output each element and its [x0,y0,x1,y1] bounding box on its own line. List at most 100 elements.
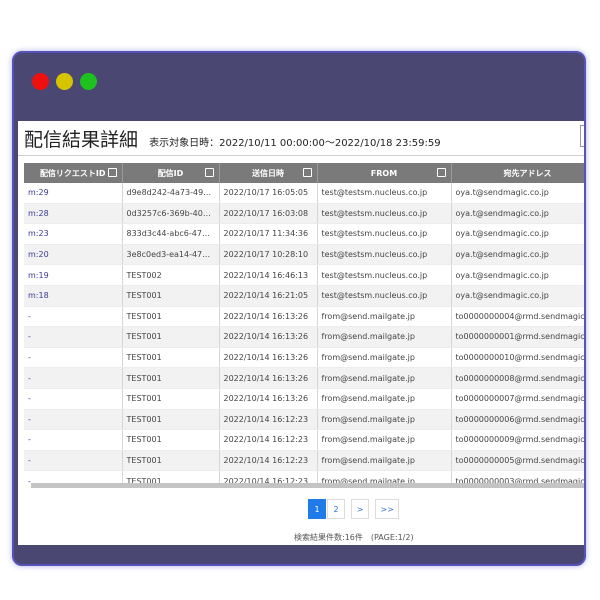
table-cell: to0000000006@rmd.sendmagic.cloud [451,409,584,431]
column-header[interactable]: 配信リクエストID [24,163,123,183]
table-cell: 2022/10/17 10:28:10 [219,244,318,266]
header-action-box[interactable] [580,125,584,147]
table-cell: d9e8d242-4a73-49da-88… [122,183,220,204]
table-cell: from@send.mailgate.jp [317,326,452,348]
table-cell: oya.t@sendmagic.co.jp [451,264,584,286]
table-cell: - [24,347,123,369]
table-cell: oya.t@sendmagic.co.jp [451,183,584,204]
column-header-label: 配信ID [157,168,184,178]
table-cell: 3e8c0ed3-ea14-47e0-80… [122,244,220,266]
table-cell: - [24,306,123,328]
title-bar [14,53,584,115]
table-cell: TEST001 [122,347,220,369]
table-cell: TEST001 [122,450,220,472]
table-cell: TEST001 [122,367,220,389]
column-header[interactable]: FROM [317,163,452,183]
table-cell: oya.t@sendmagic.co.jp [451,203,584,225]
table-row[interactable]: m:29d9e8d242-4a73-49da-88…2022/10/17 16:… [24,183,584,204]
table-cell: oya.t@sendmagic.co.jp [451,223,584,245]
table-row[interactable]: m:280d3257c6-369b-40ff-84…2022/10/17 16:… [24,203,584,225]
table-cell: to0000000004@rmd.sendmagic.cloud [451,306,584,328]
next-page-button[interactable]: > [351,499,370,519]
table-row[interactable]: - TEST001 2022/10/14 16:13:26 from@send.mai… [24,326,584,348]
results-table: 配信リクエストID 配信ID 送信日時 FROM 宛先アドレス m:29 d9e8d242… [24,163,584,485]
table-row[interactable]: m:18 TEST001 2022/10/14 16:21:05 test@tests… [24,285,584,307]
table-cell: TEST001 [122,306,220,328]
table-cell: m:20 [24,244,123,266]
page-1-button[interactable]: 1 [308,499,326,519]
column-header-label: FROM [370,168,398,178]
table-row[interactable]: - TEST001 2022/10/14 16:13:26 from@send.mai… [24,306,584,328]
results-table-container: 配信リクエストID 配信ID 送信日時 FROM 宛先アドレス m:29 d9e8d242… [24,163,584,485]
table-cell: m:18 [24,285,123,307]
table-cell: from@send.mailgate.jp [317,347,452,369]
close-window-icon[interactable] [32,73,49,90]
sort-icon[interactable] [302,168,312,177]
table-cell: from@send.mailgate.jp [317,429,452,451]
table-cell: to0000000008@rmd.sendmagic.cloud [451,367,584,389]
table-cell: TEST001 [122,326,220,348]
table-cell: 2022/10/14 16:12:23 [219,409,318,431]
table-row[interactable]: - TEST001 2022/10/14 16:13:26 from@send.mai… [24,367,584,389]
table-cell: 0d3257c6-369b-40ff-84… [122,203,220,225]
table-cell: to0000000007@rmd.sendmagic.cloud [451,388,584,410]
page-header: 配信結果詳細 表示対象日時：2022/10/11 00:00:00～2022/1… [24,125,441,155]
table-cell: - [24,429,123,451]
page-2-button[interactable]: 2 [327,499,345,519]
table-cell: 2022/10/14 16:13:26 [219,306,318,328]
table-cell: 2022/10/17 16:03:08 [219,203,318,225]
table-header-row: 配信リクエストID 配信ID 送信日時 FROM 宛先アドレス [24,163,584,183]
table-cell: m:29 [24,183,123,204]
table-cell: 2022/10/14 16:12:23 [219,450,318,472]
table-row[interactable]: - TEST001 2022/10/14 16:12:23 from@send.mai… [24,450,584,472]
column-header[interactable]: 送信日時 [219,163,318,183]
table-cell: test@testsm.nucleus.co.jp [317,285,452,307]
table-row[interactable]: m:19 TEST002 2022/10/14 16:46:13 test@tests… [24,264,584,286]
table-cell: - [24,409,123,431]
pagination: 12 > >> [308,499,400,521]
main-content: 配信結果詳細 表示対象日時：2022/10/11 00:00:00～2022/1… [18,121,584,545]
table-cell: test@testsm.nucleus.co.jp [317,183,452,204]
page-title: 配信結果詳細 [24,129,139,151]
table-cell: oya.t@sendmagic.co.jp [451,285,584,307]
table-cell: from@send.mailgate.jp [317,409,452,431]
column-header[interactable]: 宛先アドレス [451,163,584,183]
table-cell: 2022/10/14 16:13:26 [219,388,318,410]
table-cell: m:28 [24,203,123,225]
table-cell: - [24,367,123,389]
table-row[interactable]: m:23833d3c44-abc6-4796-ba…2022/10/17 11:… [24,223,584,245]
table-cell: from@send.mailgate.jp [317,388,452,410]
table-cell: TEST001 [122,388,220,410]
table-cell: - [24,326,123,348]
header-divider [18,155,584,156]
table-cell: TEST001 [122,429,220,451]
table-cell: test@testsm.nucleus.co.jp [317,264,452,286]
maximize-window-icon[interactable] [80,73,97,90]
last-page-button[interactable]: >> [375,499,400,519]
table-row[interactable]: m:203e8c0ed3-ea14-47e0-80…2022/10/17 10:… [24,244,584,266]
table-cell: 2022/10/14 16:12:23 [219,429,318,451]
result-summary: 検索結果件数:16件 (PAGE:1/2) [294,533,414,542]
table-row[interactable]: - TEST001 2022/10/14 16:13:26 from@send.mai… [24,347,584,369]
app-window: 配信結果詳細 表示対象日時：2022/10/11 00:00:00～2022/1… [12,51,586,566]
sort-icon[interactable] [436,168,446,177]
table-cell: 2022/10/14 16:46:13 [219,264,318,286]
sort-icon[interactable] [204,168,214,177]
table-cell: oya.t@sendmagic.co.jp [451,244,584,266]
column-header-label: 配信リクエストID [39,168,106,178]
date-range-label: 表示対象日時：2022/10/11 00:00:00～2022/10/18 23… [149,138,441,149]
table-cell: 833d3c44-abc6-4796-ba… [122,223,220,245]
table-row[interactable]: - TEST001 2022/10/14 16:12:23 from@send.mai… [24,409,584,431]
horizontal-scrollbar[interactable] [31,483,584,488]
column-header-label: 宛先アドレス [503,168,552,178]
table-cell: 2022/10/17 11:34:36 [219,223,318,245]
column-header-label: 送信日時 [252,168,284,178]
table-cell: TEST001 [122,409,220,431]
minimize-window-icon[interactable] [56,73,73,90]
table-row[interactable]: - TEST001 2022/10/14 16:13:26 from@send.mai… [24,388,584,410]
sort-icon[interactable] [107,168,117,177]
table-row[interactable]: - TEST001 2022/10/14 16:12:23 from@send.mai… [24,429,584,451]
table-cell: - [24,388,123,410]
table-cell: test@testsm.nucleus.co.jp [317,223,452,245]
column-header[interactable]: 配信ID [122,163,220,183]
